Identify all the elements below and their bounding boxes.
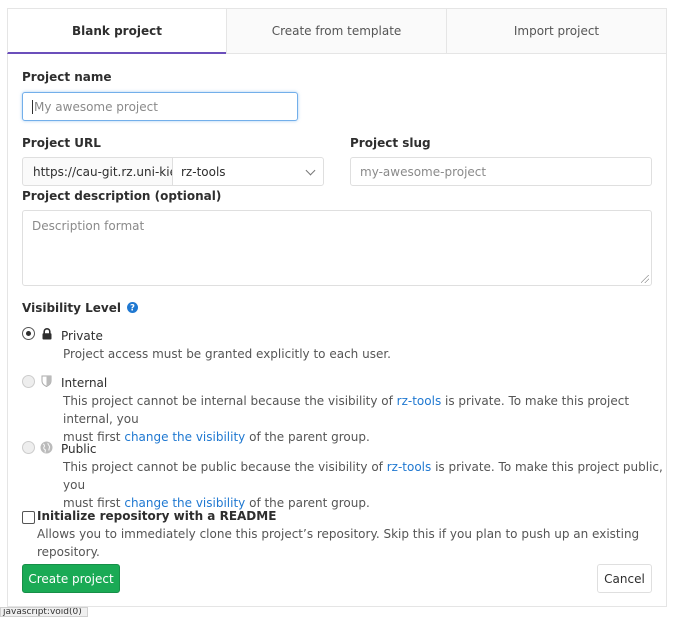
internal-help-text-d: of the parent group. xyxy=(245,430,370,444)
project-name-label: Project name xyxy=(22,70,112,84)
visibility-private-radio[interactable] xyxy=(22,327,35,340)
visibility-public-radio[interactable] xyxy=(22,441,35,454)
project-description-textarea[interactable]: Description format xyxy=(22,210,652,286)
visibility-private-label: Private xyxy=(61,329,103,343)
project-url-prefix: https://cau-git.rz.uni-kiel.de/ xyxy=(22,157,174,186)
lock-icon xyxy=(42,328,52,340)
project-slug-input[interactable]: my-awesome-project xyxy=(350,157,652,186)
public-help-text-d: of the parent group. xyxy=(245,496,370,510)
description-placeholder: Description format xyxy=(32,219,145,233)
visibility-internal-label: Internal xyxy=(61,376,108,390)
internal-change-visibility-link[interactable]: change the visibility xyxy=(124,430,245,444)
project-url-prefix-text: https://cau-git.rz.uni-kiel.de/ xyxy=(33,164,173,179)
initialize-readme-checkbox[interactable] xyxy=(22,511,35,524)
initialize-readme-label[interactable]: Initialize repository with a README xyxy=(37,509,276,523)
project-url-label: Project URL xyxy=(22,136,101,150)
visibility-private-help: Project access must be granted explicitl… xyxy=(63,347,391,361)
internal-group-link[interactable]: rz-tools xyxy=(397,394,442,408)
visibility-public-help: This project cannot be public because th… xyxy=(63,458,663,512)
public-group-link[interactable]: rz-tools xyxy=(387,460,432,474)
cancel-button[interactable]: Cancel xyxy=(597,564,652,593)
tab-blank-project[interactable]: Blank project xyxy=(7,9,226,54)
svg-text:?: ? xyxy=(130,304,135,313)
namespace-value: rz-tools xyxy=(181,164,226,179)
visibility-level-label: Visibility Level ? xyxy=(22,301,139,315)
project-slug-label: Project slug xyxy=(350,136,431,150)
tab-import-project[interactable]: Import project xyxy=(446,9,667,54)
question-circle-icon[interactable]: ? xyxy=(127,302,139,314)
visibility-internal-help: This project cannot be internal because … xyxy=(63,392,663,446)
visibility-internal-radio[interactable] xyxy=(22,375,35,388)
tab-create-from-template[interactable]: Create from template xyxy=(226,9,446,54)
project-name-input[interactable]: My awesome project xyxy=(22,92,298,121)
public-help-text-a: This project cannot be public because th… xyxy=(63,460,387,474)
visibility-level-text: Visibility Level xyxy=(22,301,121,315)
create-project-button[interactable]: Create project xyxy=(22,564,120,593)
public-change-visibility-link[interactable]: change the visibility xyxy=(124,496,245,510)
globe-icon xyxy=(40,441,53,454)
visibility-public-label: Public xyxy=(61,442,97,456)
public-help-text-c: must first xyxy=(63,496,125,510)
project-slug-placeholder: my-awesome-project xyxy=(360,164,487,179)
project-name-placeholder: My awesome project xyxy=(34,99,158,114)
initialize-readme-help: Allows you to immediately clone this pro… xyxy=(37,527,640,559)
shield-icon xyxy=(41,375,52,387)
resize-grip-icon[interactable] xyxy=(641,275,649,283)
project-tabs: Blank project Create from template Impor… xyxy=(7,8,667,54)
project-description-label: Project description (optional) xyxy=(22,189,222,203)
browser-status-bar: javascript:void(0) xyxy=(0,607,88,617)
namespace-select[interactable]: rz-tools xyxy=(172,157,324,186)
text-caret xyxy=(32,99,33,114)
chevron-down-icon xyxy=(305,165,316,176)
internal-help-text-a: This project cannot be internal because … xyxy=(63,394,397,408)
